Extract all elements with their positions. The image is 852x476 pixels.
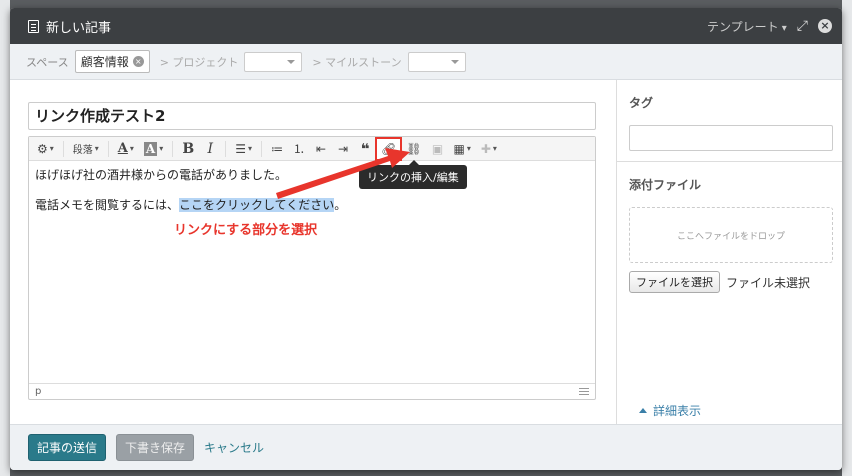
space-label: スペース: [26, 55, 69, 69]
italic-button[interactable]: I: [200, 139, 220, 159]
indent-button[interactable]: ⇥: [333, 139, 353, 159]
file-dropzone[interactable]: ここへファイルをドロップ: [629, 207, 833, 263]
choose-file-button[interactable]: ファイルを選択: [629, 271, 720, 293]
image-icon: ▣: [431, 141, 444, 156]
outdent-button[interactable]: ⇤: [311, 139, 331, 159]
attachments-label: 添付ファイル: [629, 178, 702, 192]
expand-icon[interactable]: ⤢: [797, 18, 808, 34]
plugin-dropdown[interactable]: ✚: [477, 139, 501, 159]
numbered-list-icon: ⒈: [293, 142, 306, 156]
background-page-left: [0, 0, 10, 476]
details-toggle[interactable]: 詳細表示: [639, 402, 701, 419]
content-line-1: ほげほげ社の酒井様からの電話がありました。: [35, 168, 288, 182]
indent-icon: ⇥: [338, 141, 349, 156]
template-dropdown[interactable]: テンプレート: [707, 18, 787, 35]
selected-text: ここをクリックしてください: [179, 198, 335, 212]
link-icon: 🔗︎: [381, 141, 397, 156]
text-color-icon: A: [117, 141, 128, 156]
toolbar-divider: [172, 140, 174, 157]
resize-handle-icon[interactable]: [579, 388, 589, 395]
attachments-section: 添付ファイル ここへファイルをドロップ ファイルを選択 ファイル未選択: [617, 162, 842, 307]
modal-titlebar: 新しい記事 テンプレート ⤢ ×: [10, 8, 842, 44]
editor-statusbar: p: [29, 383, 595, 399]
details-link-label: 詳細表示: [653, 404, 702, 418]
unlink-icon: ⛓︎: [406, 141, 422, 156]
milestone-select[interactable]: [407, 51, 466, 72]
annotation-text: リンクにする部分を選択: [174, 223, 318, 238]
link-tooltip: リンクの挿入/編集: [359, 160, 467, 189]
unlink-button[interactable]: ⛓︎: [402, 139, 425, 159]
cancel-link[interactable]: キャンセル: [204, 439, 264, 456]
table-icon: ▦: [453, 141, 465, 156]
toolbar-divider: [225, 140, 227, 157]
editor-toolbar: ⚙ 段落 A A B I ☰ ≔ ⒈ ⇤ ⇥ ❝ 🔗︎ ⛓︎ ▣ ▦: [29, 136, 595, 161]
settings-menu-button[interactable]: ⚙: [33, 139, 58, 159]
quote-icon: ❝: [360, 139, 370, 158]
project-label: > プロジェクト: [159, 55, 239, 69]
outdent-icon: ⇤: [316, 141, 327, 156]
modal-title: 新しい記事: [46, 20, 112, 36]
new-article-modal: 新しい記事 テンプレート ⤢ × スペース 顧客情報 × > プロジェクト > …: [10, 8, 842, 470]
tags-label: タグ: [629, 96, 654, 110]
insert-image-button[interactable]: ▣: [428, 139, 448, 159]
file-status: ファイル未選択: [726, 275, 811, 290]
bullet-list-button[interactable]: ≔: [267, 139, 287, 159]
numbered-list-button[interactable]: ⒈: [289, 139, 309, 159]
paragraph-format-label: 段落: [72, 145, 93, 156]
tags-section: タグ: [617, 80, 842, 162]
bold-icon: B: [182, 140, 195, 157]
main-area: リンク作成テスト2 ⚙ 段落 A A B I ☰ ≔ ⒈ ⇤ ⇥ ❝ 🔗︎: [10, 80, 616, 424]
space-chip[interactable]: 顧客情報 ×: [74, 50, 150, 73]
table-dropdown[interactable]: ▦: [450, 139, 475, 159]
article-title-input[interactable]: リンク作成テスト2: [28, 102, 596, 130]
background-color-button[interactable]: A: [140, 139, 167, 159]
align-dropdown[interactable]: ☰: [231, 139, 256, 159]
toolbar-divider: [261, 140, 263, 157]
toolbar-divider: [62, 140, 64, 157]
bold-button[interactable]: B: [178, 139, 198, 159]
rich-text-editor: ⚙ 段落 A A B I ☰ ≔ ⒈ ⇤ ⇥ ❝ 🔗︎ ⛓︎ ▣ ▦: [28, 136, 596, 400]
align-left-icon: ☰: [235, 141, 246, 156]
toolbar-divider: [107, 140, 109, 157]
gear-icon: ⚙: [37, 141, 48, 156]
submit-button[interactable]: 記事の送信: [28, 434, 107, 461]
modal-footer: 記事の送信 下書き保存 キャンセル: [10, 424, 842, 470]
tags-input[interactable]: [629, 125, 833, 151]
close-icon[interactable]: ×: [818, 19, 832, 33]
background-color-icon: A: [143, 141, 158, 156]
milestone-label: > マイルストーン: [312, 55, 402, 69]
caret-up-icon: [639, 408, 647, 413]
space-chip-label: 顧客情報: [80, 55, 129, 69]
italic-icon: I: [207, 140, 213, 157]
file-chooser: ファイルを選択 ファイル未選択: [629, 271, 830, 293]
titlebar-controls: テンプレート ⤢ ×: [707, 18, 832, 35]
project-select[interactable]: [244, 51, 303, 72]
blockquote-button[interactable]: ❝: [355, 139, 375, 159]
save-draft-button[interactable]: 下書き保存: [116, 434, 195, 461]
background-page-right: [842, 0, 852, 476]
remove-chip-icon[interactable]: ×: [132, 56, 144, 67]
paragraph-format-dropdown[interactable]: 段落: [69, 139, 103, 159]
text-color-button[interactable]: A: [114, 139, 138, 159]
content-line-2-before: 電話メモを閲覧するには、: [35, 198, 180, 212]
meta-bar: スペース 顧客情報 × > プロジェクト > マイルストーン: [10, 44, 842, 80]
sidebar: タグ 添付ファイル ここへファイルをドロップ ファイルを選択 ファイル未選択 詳…: [616, 80, 842, 424]
document-icon: [28, 19, 39, 33]
puzzle-icon: ✚: [480, 141, 491, 156]
content-line-2: 電話メモを閲覧するには、ここをクリックしてください。: [35, 197, 589, 213]
insert-link-button[interactable]: 🔗︎: [375, 136, 403, 161]
content-line-2-after: 。: [334, 198, 347, 212]
bullet-list-icon: ≔: [271, 141, 284, 156]
element-path: p: [35, 386, 42, 397]
